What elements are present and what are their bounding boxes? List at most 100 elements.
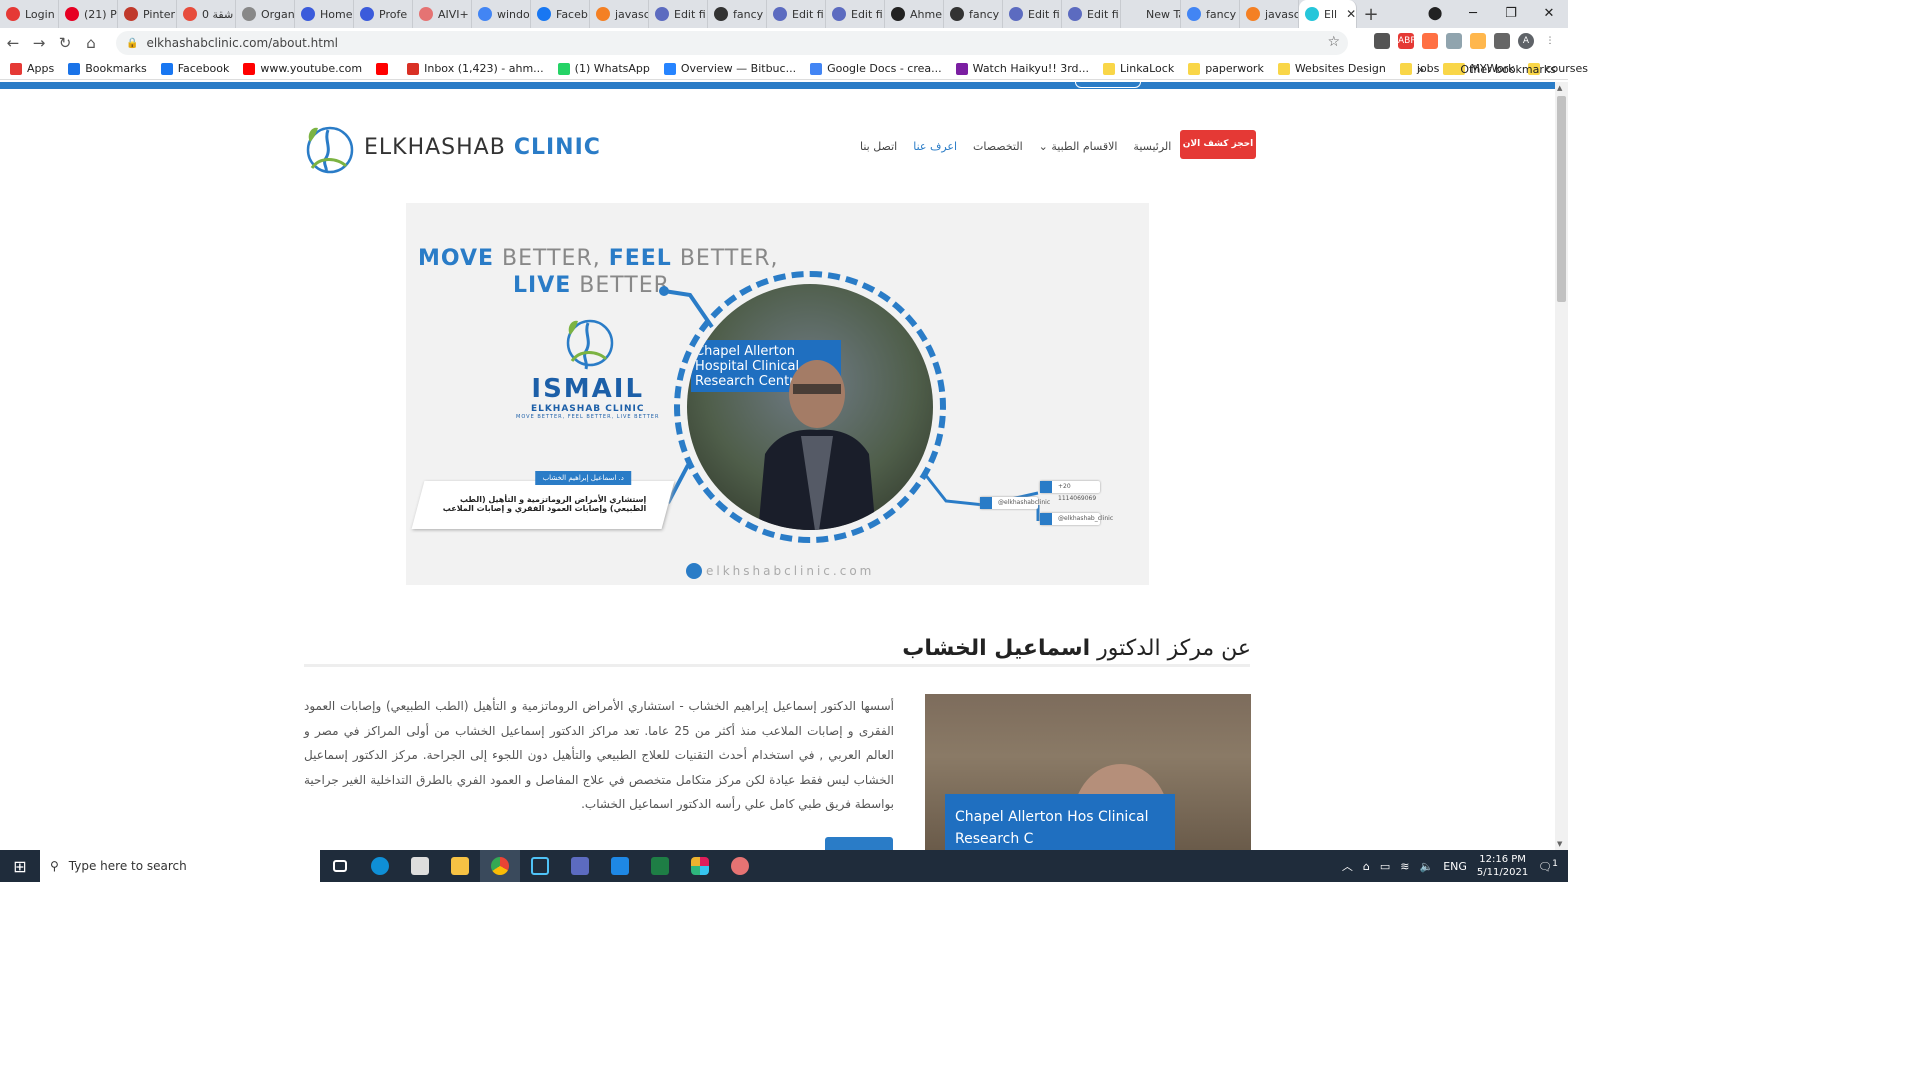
bookmarks-overflow-chevron[interactable]: » (1418, 63, 1425, 76)
bookmark-icon (376, 62, 389, 75)
browser-tab[interactable]: Edit fi (1003, 0, 1062, 28)
bookmark-item[interactable]: Overview — Bitbuc... (663, 62, 796, 75)
reload-icon[interactable]: ↻ (52, 34, 78, 52)
minimize-icon[interactable]: ─ (1454, 0, 1492, 28)
vscode-icon[interactable] (600, 850, 640, 882)
avatar[interactable]: A (1518, 33, 1534, 49)
bookmark-item[interactable]: www.youtube.com (243, 62, 362, 75)
browser-tab[interactable]: Edit fi (826, 0, 885, 28)
page-scrollbar[interactable]: ▲ ▼ (1555, 82, 1568, 850)
clock[interactable]: 12:16 PM 5/11/2021 (1477, 853, 1528, 879)
bookmark-label: Google Docs - crea... (827, 62, 942, 75)
browser-tab[interactable]: Edit fi (767, 0, 826, 28)
extension-icon[interactable] (1374, 33, 1390, 49)
other-bookmarks[interactable]: » Other bookmarks (1418, 58, 1556, 80)
scroll-up-icon[interactable]: ▲ (1557, 84, 1562, 92)
bookmark-item[interactable]: Watch Haikyu!! 3rd... (955, 62, 1089, 75)
xampp-icon[interactable] (560, 850, 600, 882)
browser-tab[interactable]: (21) P (59, 0, 118, 28)
tab-favicon-icon (832, 7, 846, 21)
bookmark-item[interactable]: paperwork (1188, 62, 1264, 75)
restore-icon[interactable]: ❐ (1492, 0, 1530, 28)
browser-tab[interactable]: Profe (354, 0, 413, 28)
shield-icon[interactable] (1446, 33, 1462, 49)
file-explorer-icon[interactable] (440, 850, 480, 882)
chrome-icon[interactable] (480, 850, 520, 882)
home-icon[interactable]: ⌂ (78, 34, 104, 52)
bookmark-item[interactable]: Bookmarks (68, 62, 147, 75)
adblock-icon[interactable]: ABP (1398, 33, 1416, 49)
browser-tab[interactable]: Ahme (885, 0, 944, 28)
extension-icon[interactable] (1470, 33, 1486, 49)
bookmark-item[interactable]: LinkaLock (1103, 62, 1174, 75)
bookmark-item[interactable]: Google Docs - crea... (810, 62, 942, 75)
scrollbar-thumb[interactable] (1557, 96, 1566, 302)
windows-start-icon[interactable]: ⊞ (0, 857, 40, 876)
browser-tab[interactable]: Login (0, 0, 59, 28)
menu-icon[interactable]: ⋮ (1542, 33, 1558, 49)
nav-item[interactable]: التخصصات (973, 140, 1023, 153)
nav-item[interactable]: اعرف عنا (913, 140, 957, 153)
browser-tab[interactable]: AIVI+ (413, 0, 472, 28)
battery-icon[interactable]: ▭ (1380, 860, 1390, 873)
bookmark-item[interactable]: Websites Design (1277, 62, 1386, 75)
wifi-icon[interactable]: ≋ (1400, 860, 1409, 873)
back-icon[interactable]: ← (0, 34, 26, 52)
nav-item[interactable]: الاقسام الطبية ⌄ (1039, 140, 1118, 153)
nav-item[interactable]: الرئيسية (1133, 140, 1171, 153)
language-indicator[interactable]: ENG (1443, 860, 1467, 873)
profile-dropdown-icon[interactable]: ⬤ (1416, 0, 1454, 28)
book-appointment-button[interactable]: احجز كشف الان (1180, 130, 1256, 159)
edge-icon[interactable] (360, 850, 400, 882)
close-window-icon[interactable]: ✕ (1530, 0, 1568, 28)
excel-icon[interactable] (640, 850, 680, 882)
bookmark-label: Apps (27, 62, 55, 75)
volume-icon[interactable]: 🔈 (1420, 860, 1434, 873)
app-icon[interactable] (720, 850, 760, 882)
new-tab-button[interactable]: + (1357, 4, 1385, 25)
browser-tab[interactable]: fancy (708, 0, 767, 28)
doctor-card-name: د. اسماعيل إبراهيم الخشاب (535, 471, 632, 485)
close-tab-icon[interactable]: ✕ (1346, 7, 1356, 21)
browser-tab[interactable]: javasc (1240, 0, 1299, 28)
browser-tab[interactable]: Faceb (531, 0, 590, 28)
network-icon[interactable]: ⌂ (1363, 860, 1370, 873)
slack-icon[interactable] (680, 850, 720, 882)
taskbar-search[interactable]: ⚲ Type here to search (40, 850, 320, 882)
bookmark-item[interactable]: (1) WhatsApp (557, 62, 650, 75)
browser-tab[interactable]: fancy (1181, 0, 1240, 28)
read-more-button[interactable] (825, 837, 893, 851)
forward-icon[interactable]: → (26, 34, 52, 52)
browser-tab[interactable]: fancy (944, 0, 1003, 28)
search-icon: ⚲ (50, 859, 59, 873)
store-icon[interactable] (400, 850, 440, 882)
bookmark-item[interactable]: Apps (10, 62, 54, 75)
bookmark-item[interactable]: Inbox (1,423) - ahm... (407, 62, 544, 75)
site-logo[interactable]: ELKHASHAB CLINIC (302, 120, 601, 174)
nav-item[interactable]: اتصل بنا (860, 140, 897, 153)
browser-tab[interactable]: javasc (590, 0, 649, 28)
bookmark-icon (407, 62, 420, 75)
url-input[interactable]: 🔒 elkhashabclinic.com/about.html ☆ (116, 31, 1348, 55)
terminal-icon[interactable] (520, 850, 560, 882)
tab-active[interactable]: Ell ✕ (1299, 0, 1357, 28)
tray-chevron-icon[interactable]: ︿ (1342, 858, 1353, 874)
bookmark-item[interactable] (376, 62, 393, 75)
browser-tab[interactable]: windo (472, 0, 531, 28)
bookmark-star-icon[interactable]: ☆ (1327, 34, 1340, 50)
task-view-icon[interactable] (320, 850, 360, 882)
browser-tab[interactable]: Edit fi (649, 0, 708, 28)
scroll-down-icon[interactable]: ▼ (1557, 840, 1562, 848)
extension-off-icon[interactable] (1422, 33, 1438, 49)
puzzle-icon[interactable] (1494, 33, 1510, 49)
browser-tab[interactable]: New Tab (1121, 0, 1181, 28)
browser-tab[interactable]: Pinter (118, 0, 177, 28)
browser-tab[interactable]: شقة 0 (177, 0, 236, 28)
bookmark-item[interactable]: Facebook (160, 62, 229, 75)
tab-label: fancy (733, 7, 764, 21)
tab-label: Home (320, 7, 353, 21)
browser-tab[interactable]: Home (295, 0, 354, 28)
browser-tab[interactable]: Edit fi (1062, 0, 1121, 28)
notifications-icon[interactable]: 🗨1 (1538, 858, 1558, 874)
browser-tab[interactable]: Organ (236, 0, 295, 28)
